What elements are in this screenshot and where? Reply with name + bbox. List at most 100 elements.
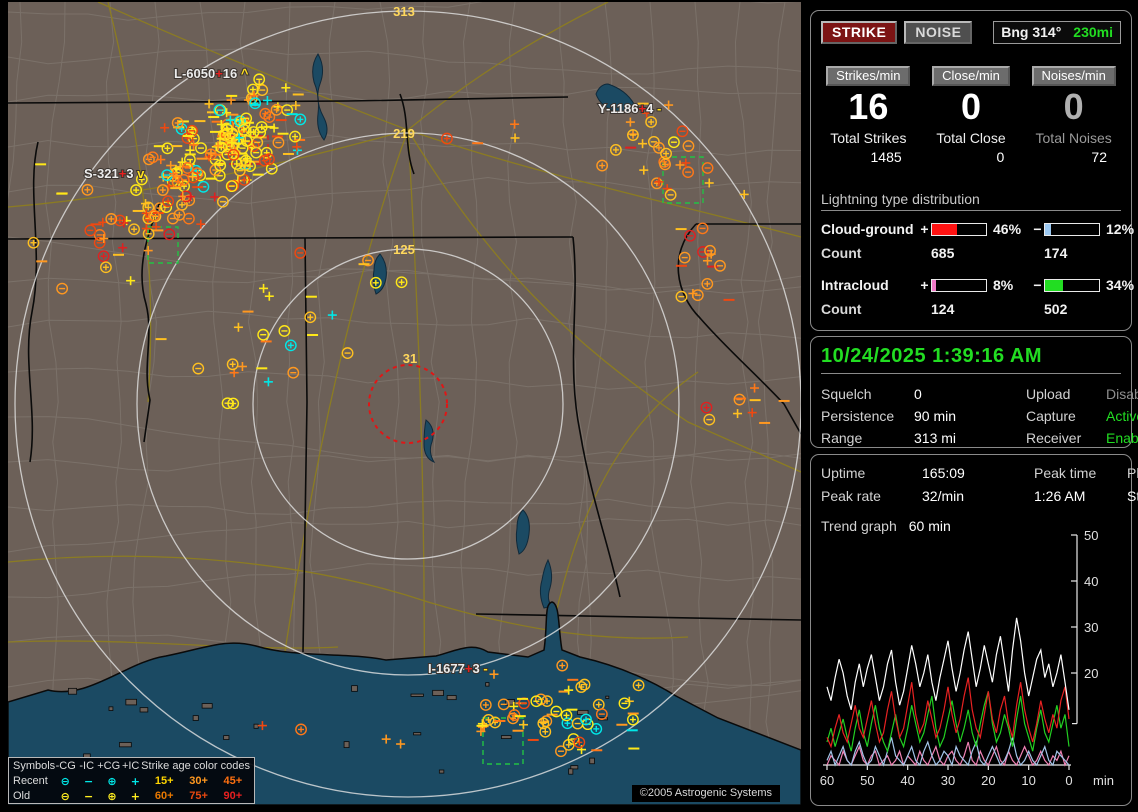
lightning-map[interactable]: 313 219 125 31 L-6050+16 ^ S-321+3 v Y-1186+4 … [8, 2, 801, 805]
ic-positive-pct: 8% [993, 277, 1014, 293]
age-badge-45: 45+ [223, 775, 243, 787]
minus-icon: − [84, 775, 94, 788]
age-badge-75: 75+ [189, 790, 208, 802]
noise-mode-button[interactable]: NOISE [904, 21, 973, 44]
trend-series-+IC [826, 741, 1070, 767]
capture-status: Active [1106, 408, 1138, 424]
plus-icon: + [130, 775, 141, 788]
y-tick-label: 40 [1084, 574, 1098, 589]
plot-label: Plot [1127, 465, 1138, 481]
trend-series-+CG [826, 677, 1070, 749]
cg-positive-count: 685 [931, 245, 955, 261]
intracloud-label: Intracloud [821, 277, 889, 293]
receiver-label: Receiver [1026, 430, 1082, 446]
peak-rate-label: Peak rate [821, 488, 881, 504]
noises-per-min-counter: Noises/min 0 Total Noises 72 [1026, 66, 1121, 165]
strikes-per-min-counter: Strikes/min 16 Total Strikes 1485 [821, 66, 916, 165]
circled-plus-icon: ⊕ [107, 790, 117, 803]
legend-col-pos-cg: +CG [97, 760, 121, 772]
total-noises-label: Total Noises [1035, 130, 1112, 146]
close-ring-label: 31 [403, 351, 417, 366]
plus-sign: + [920, 277, 929, 293]
total-strikes-label: Total Strikes [830, 130, 907, 146]
cg-negative-bar [1044, 222, 1100, 236]
squelch-value: 0 [914, 386, 922, 402]
noises-per-min-header[interactable]: Noises/min [1031, 66, 1116, 86]
intracloud-row: Intracloud + 8% − 34% [821, 277, 1134, 293]
map-area: 313 219 125 31 L-6050+16 ^ S-321+3 v Y-1186+4 … [8, 2, 801, 805]
plus-icon: + [130, 790, 141, 803]
age-badge-15: 15+ [154, 775, 174, 787]
plot-mode-value: Strike [1127, 488, 1138, 504]
bearing-value: Bng 314° [1001, 24, 1062, 40]
ic-negative-bar [1044, 278, 1100, 292]
bearing-readout: Bng 314° 230mi [993, 21, 1121, 44]
side-panel: STRIKE NOISE Bng 314° 230mi Strikes/min … [810, 10, 1138, 806]
total-strikes-value: 1485 [870, 149, 902, 165]
ic-negative-pct: 34% [1106, 277, 1135, 293]
range-ring-label-125: 125 [393, 242, 415, 257]
minus-sign: − [1033, 221, 1042, 237]
close-per-min-value: 0 [960, 86, 981, 127]
legend-header-row: Symbols -CG -IC +CG +IC Strike age color… [13, 759, 250, 774]
range-ring-label-313: 313 [393, 4, 415, 19]
legend-old-label: Old [13, 790, 31, 802]
copyright-text: ©2005 Astrogenic Systems [631, 785, 780, 802]
trend-panel: Uptime 165:09 Peak time Plot Peak rate 3… [810, 454, 1138, 806]
legend-col-pos-ic: +IC [121, 760, 140, 772]
cloud-ground-row: Cloud-ground + 46% − 12% [821, 221, 1134, 237]
legend-recent-label: Recent [13, 775, 48, 787]
plus-sign: + [920, 221, 929, 237]
range-label: Range [821, 430, 863, 446]
upload-label: Upload [1026, 386, 1071, 402]
trend-chart: 50 40 30 20 60 50 40 30 20 10 0 min [820, 528, 1114, 788]
intracloud-count-row: Count 124 502 [821, 301, 1121, 317]
legend-old-row: Old ⊖ − ⊕ + 60+ 75+ 90+ [13, 789, 250, 804]
uptime-label: Uptime [821, 465, 866, 481]
upload-status: Disabled [1106, 386, 1138, 402]
noises-per-min-value: 0 [1063, 86, 1084, 127]
cloud-ground-label: Cloud-ground [821, 221, 914, 237]
map-legend: Symbols -CG -IC +CG +IC Strike age color… [8, 757, 255, 804]
minus-icon: − [84, 790, 94, 803]
close-per-min-header[interactable]: Close/min [932, 66, 1010, 86]
x-tick-label: 60 [820, 773, 834, 788]
peak-time-value: 1:26 AM [1034, 488, 1086, 504]
capture-label: Capture [1026, 408, 1076, 424]
strike-mode-button[interactable]: STRIKE [821, 21, 898, 44]
peak-rate-value: 32/min [922, 488, 965, 504]
receiver-status: Enabled [1106, 430, 1138, 446]
storm-cell-label-L-6050: L-6050+16 ^ [174, 66, 249, 81]
total-noises-value: 72 [1091, 149, 1107, 165]
minus-sign: − [1033, 277, 1042, 293]
x-tick-label: 40 [900, 773, 914, 788]
circled-minus-icon: ⊖ [60, 775, 70, 788]
x-tick-label: 50 [860, 773, 874, 788]
total-close-label: Total Close [936, 130, 1006, 146]
range-value: 313 mi [914, 430, 957, 446]
app-window: 313 219 125 31 L-6050+16 ^ S-321+3 v Y-1186+4 … [0, 0, 1138, 812]
storm-cell-label-I-1677: I-1677+3 - [428, 661, 488, 676]
bearing-distance: 230mi [1073, 24, 1113, 40]
squelch-label: Squelch [821, 386, 872, 402]
range-ring-label-219: 219 [393, 126, 415, 141]
close-per-min-counter: Close/min 0 Total Close 0 [924, 66, 1019, 165]
x-tick-label: 20 [981, 773, 995, 788]
age-badge-60: 60+ [154, 790, 174, 802]
legend-symbols-header: Symbols [13, 760, 56, 772]
cg-negative-count: 174 [1044, 245, 1068, 261]
legend-col-neg-ic: -IC [79, 760, 95, 772]
circled-minus-icon: ⊖ [60, 790, 70, 803]
count-label: Count [821, 301, 862, 317]
y-tick-label: 30 [1084, 620, 1098, 635]
datetime-display: 10/24/2025 1:39:16 AM [821, 345, 1121, 374]
trend-series-Total strikes [826, 617, 1070, 710]
settings-panel: 10/24/2025 1:39:16 AM Squelch 0 Upload D… [810, 336, 1138, 448]
strikes-per-min-value: 16 [848, 86, 889, 127]
ic-positive-count: 124 [931, 301, 955, 317]
y-tick-label: 20 [1084, 666, 1098, 681]
x-tick-label: 30 [941, 773, 955, 788]
strikes-per-min-header[interactable]: Strikes/min [826, 66, 911, 86]
legend-recent-row: Recent ⊖ − ⊕ + 15+ 30+ 45+ [13, 774, 250, 789]
persistence-label: Persistence [821, 408, 895, 424]
